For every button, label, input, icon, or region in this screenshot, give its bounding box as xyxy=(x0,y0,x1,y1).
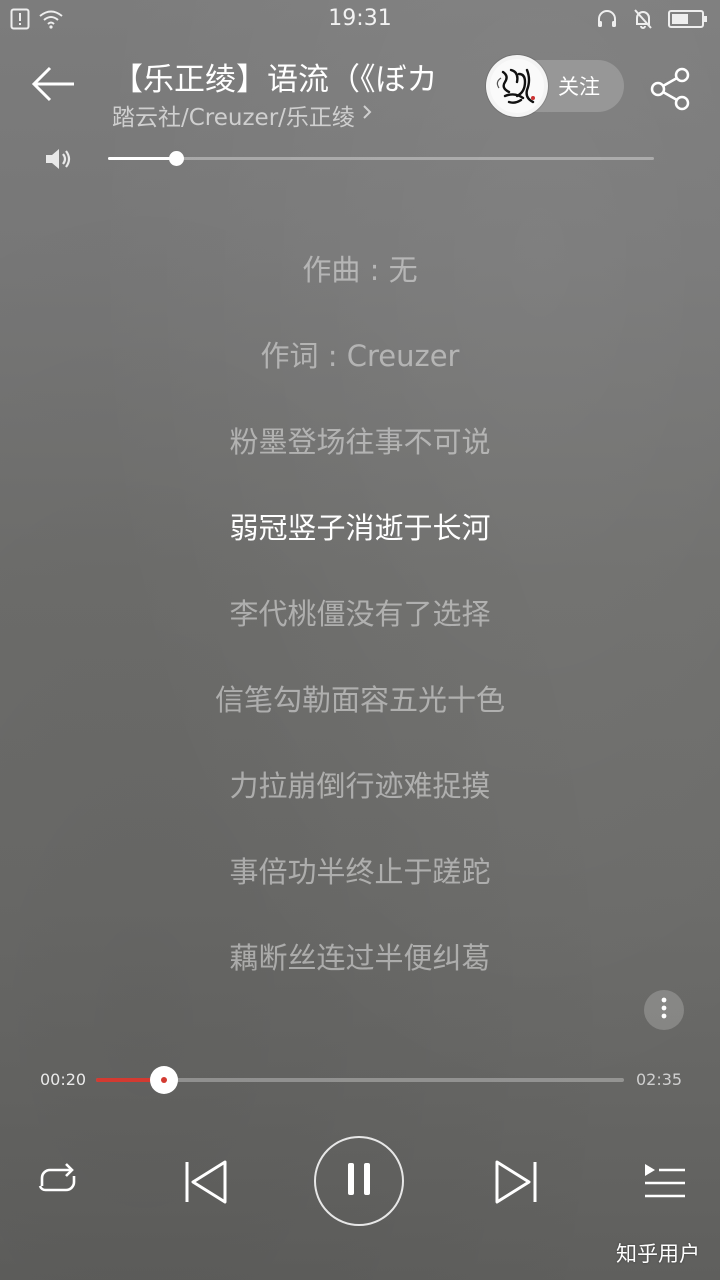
lyric-line[interactable]: 力拉崩倒行迹难捉摸 xyxy=(0,766,720,806)
vertical-dots-icon xyxy=(660,996,668,1024)
player-header: 【乐正绫】语流（《ぼカ 踏云社/Creuzer/乐正绫 关注 xyxy=(0,44,720,134)
playback-controls xyxy=(0,1130,720,1240)
previous-track-button[interactable] xyxy=(176,1156,232,1212)
status-bar: 19:31 xyxy=(0,0,720,40)
skip-previous-icon xyxy=(179,1157,229,1211)
follow-button[interactable]: 关注 xyxy=(486,55,624,117)
calligraphy-logo-icon xyxy=(490,59,544,113)
back-arrow-icon xyxy=(30,66,76,108)
pause-icon xyxy=(346,1161,372,1201)
lyric-line[interactable]: 粉墨登场往事不可说 xyxy=(0,422,720,462)
battery-icon xyxy=(668,9,708,33)
more-options-button[interactable] xyxy=(644,990,684,1030)
lyric-line[interactable]: 信笔勾勒面容五光十色 xyxy=(0,680,720,720)
current-time: 00:20 xyxy=(40,1070,87,1089)
play-pause-button[interactable] xyxy=(314,1136,404,1226)
playback-progress: 00:20 02:35 xyxy=(0,1060,720,1100)
volume-slider[interactable] xyxy=(108,151,654,166)
volume-control xyxy=(0,140,720,180)
progress-slider[interactable] xyxy=(96,1066,624,1094)
song-title: 【乐正绫】语流（《ぼカ xyxy=(112,62,438,98)
total-time: 02:35 xyxy=(636,1070,683,1089)
follow-label: 关注 xyxy=(558,75,600,99)
lyric-line[interactable]: 作曲 : 无 xyxy=(0,250,720,290)
progress-thumb[interactable] xyxy=(150,1066,179,1094)
skip-next-icon xyxy=(493,1157,543,1211)
lyric-line-fading xyxy=(0,1022,720,1046)
lyric-line[interactable]: 事倍功半终止于蹉跎 xyxy=(0,852,720,892)
next-track-button[interactable] xyxy=(490,1156,546,1212)
lyrics-view[interactable]: 作曲 : 无 作词 : Creuzer 粉墨登场往事不可说 弱冠竖子消逝于长河 … xyxy=(0,226,720,1046)
lyric-line-active[interactable]: 弱冠竖子消逝于长河 xyxy=(0,508,720,548)
volume-thumb[interactable] xyxy=(169,151,185,166)
playlist-button[interactable] xyxy=(636,1158,692,1208)
lyric-line[interactable]: 李代桃僵没有了选择 xyxy=(0,594,720,634)
artist-names: 踏云社/Creuzer/乐正绫 xyxy=(112,105,355,131)
watermark: 知乎用户 xyxy=(616,1242,700,1266)
share-icon xyxy=(648,67,694,116)
headphones-icon xyxy=(596,9,618,33)
repeat-icon xyxy=(34,1160,82,1204)
playlist-icon xyxy=(641,1161,687,1205)
artist-link[interactable]: 踏云社/Creuzer/乐正绫 xyxy=(112,98,373,132)
volume-fill xyxy=(108,157,177,160)
artist-avatar[interactable] xyxy=(486,55,548,117)
repeat-mode-button[interactable] xyxy=(30,1156,86,1208)
lyric-line[interactable]: 作词 : Creuzer xyxy=(0,336,720,376)
speaker-icon[interactable] xyxy=(44,146,74,176)
chevron-right-icon xyxy=(361,102,373,128)
lyric-line[interactable]: 藕断丝连过半便纠葛 xyxy=(0,938,720,978)
share-button[interactable] xyxy=(648,66,696,114)
silent-bell-icon xyxy=(632,8,654,34)
back-button[interactable] xyxy=(30,64,82,114)
